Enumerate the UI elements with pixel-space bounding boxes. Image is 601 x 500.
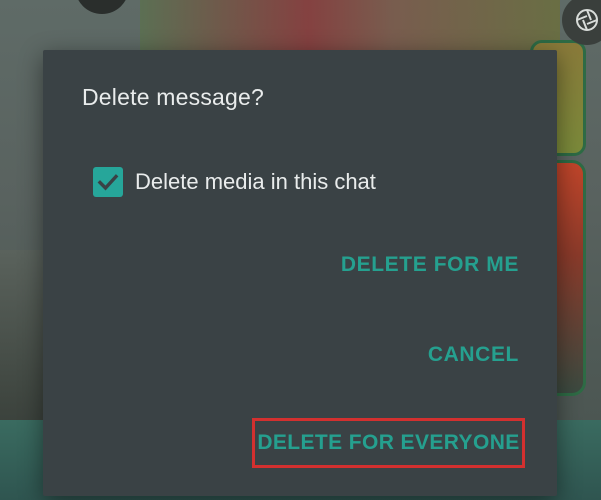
cancel-button[interactable]: CANCEL — [428, 343, 519, 367]
delete-message-dialog: Delete message? Delete media in this cha… — [43, 50, 557, 496]
delete-for-everyone-label: DELETE FOR EVERYONE — [257, 431, 520, 454]
checkbox-label: Delete media in this chat — [135, 169, 376, 194]
chat-screen-background: Delete message? Delete media in this cha… — [0, 0, 601, 500]
check-icon — [97, 174, 119, 191]
delete-media-checkbox-row[interactable]: Delete media in this chat — [93, 167, 376, 197]
delete-media-checkbox[interactable] — [93, 167, 123, 197]
camera-shutter-icon — [562, 0, 601, 45]
delete-for-everyone-button[interactable]: DELETE FOR EVERYONE — [252, 418, 525, 468]
dialog-title: Delete message? — [82, 84, 264, 110]
delete-for-me-button[interactable]: DELETE FOR ME — [341, 253, 519, 277]
background-avatar — [75, 0, 129, 14]
